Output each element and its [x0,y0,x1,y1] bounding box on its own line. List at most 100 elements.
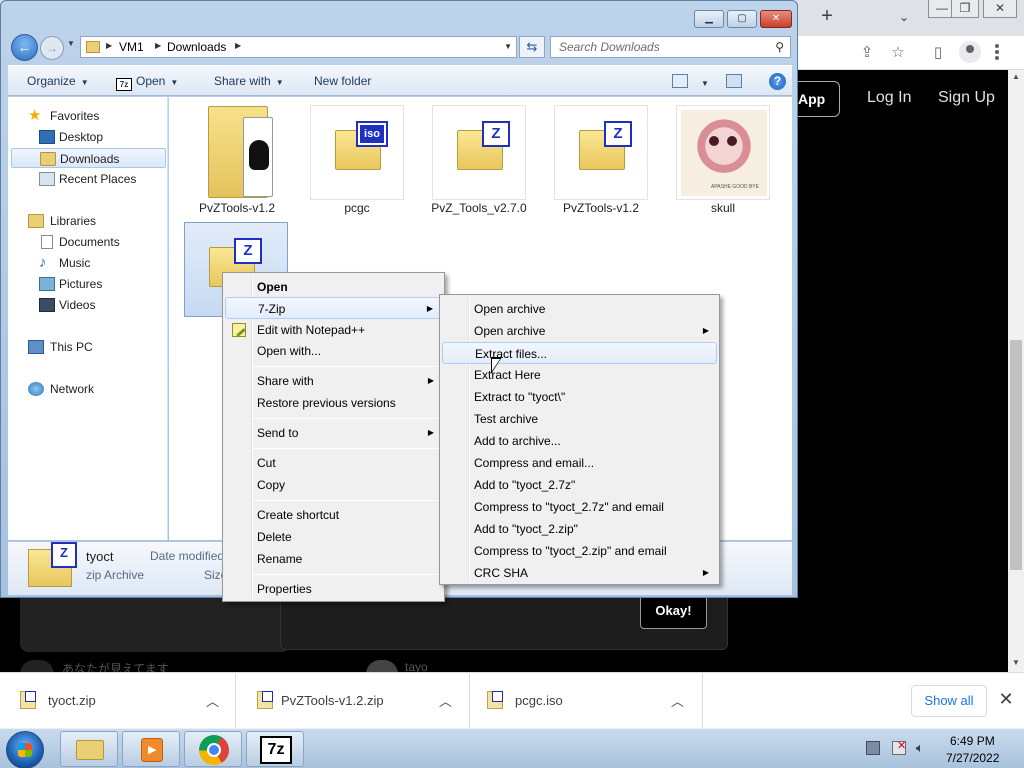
menu-item-compress-7z-email[interactable]: Compress to "tyoct_2.7z" and email [442,496,717,518]
browser-close-button[interactable]: ✕ [983,0,1017,18]
taskbar-7zip-button[interactable]: 7z [246,731,304,767]
chevron-up-icon[interactable]: ︿ [671,691,684,710]
web-login-link[interactable]: Log In [867,89,911,107]
open-button[interactable]: 7z Open ▼ [116,74,178,91]
breadcrumb-arrow-icon[interactable]: ▶ [235,41,241,50]
menu-item-open-archive-submenu[interactable]: Open archive ▶ [442,320,717,342]
search-box[interactable]: Search Downloads ⚲ [550,36,791,58]
browser-menu-icon[interactable] [995,43,1001,63]
share-with-button[interactable]: Share with ▼ [214,74,284,88]
nav-downloads[interactable]: Downloads [11,148,166,168]
taskbar-media-player-button[interactable] [122,731,180,767]
page-scrollbar[interactable]: ▲ ▼ [1008,70,1024,672]
change-view-icon[interactable] [672,74,688,88]
help-icon[interactable]: ? [769,73,786,90]
menu-item-open-archive[interactable]: Open archive [442,298,717,320]
file-item[interactable]: iso pcgc [308,104,406,218]
file-item[interactable]: PvZTools-v1.2 [188,104,286,218]
chevron-up-icon[interactable]: ︿ [439,691,452,710]
menu-item-extract-to-folder[interactable]: Extract to "tyoct\" [442,386,717,408]
download-item[interactable]: PvZTools-v1.2.zip ︿ [237,673,470,729]
network-icon[interactable] [866,741,880,755]
taskbar-chrome-button[interactable] [184,731,242,767]
forward-button[interactable]: → [40,36,64,60]
breadcrumb-arrow-icon[interactable]: ▶ [106,41,112,50]
scroll-down-icon[interactable]: ▼ [1008,658,1024,667]
maximize-button[interactable]: ▢ [727,10,757,28]
nav-videos[interactable]: Videos [8,295,166,315]
menu-item-add-to-archive[interactable]: Add to archive... [442,430,717,452]
new-tab-button[interactable]: + [816,5,838,27]
back-button[interactable]: ← [11,34,38,61]
view-dropdown-icon[interactable]: ▼ [696,75,709,89]
menu-item-compress-email[interactable]: Compress and email... [442,452,717,474]
refresh-button[interactable]: ⇆ [519,36,545,58]
nav-recent-places[interactable]: Recent Places [8,169,166,189]
menu-item-test-archive[interactable]: Test archive [442,408,717,430]
profile-avatar[interactable] [959,41,981,63]
menu-item-add-to-7z[interactable]: Add to "tyoct_2.7z" [442,474,717,496]
download-item[interactable]: pcgc.iso ︿ [471,673,703,729]
file-item[interactable]: APASHE GOOD BYE skull [674,104,772,218]
nav-this-pc[interactable]: This PC [8,337,166,357]
organize-button[interactable]: Organize ▼ [27,74,89,88]
file-item[interactable]: Z PvZ_Tools_v2.7.0 [430,104,528,218]
menu-item-restore-versions[interactable]: Restore previous versions [225,392,442,414]
menu-item-open-with[interactable]: Open with... [225,340,442,362]
nav-network[interactable]: Network [8,379,166,399]
tab-search-button[interactable]: ⌄ [893,6,915,28]
download-item[interactable]: tyoct.zip ︿ [0,673,236,729]
clock-time[interactable]: 6:49 PM [950,734,995,748]
menu-item-7zip[interactable]: 7-Zip ▶ [225,297,442,319]
menu-item-extract-files[interactable]: Extract files... [442,342,717,364]
side-panel-icon[interactable]: ▯ [927,42,949,64]
web-signup-link[interactable]: Sign Up [938,89,995,107]
breadcrumb-arrow-icon[interactable]: ▶ [155,41,161,50]
search-icon[interactable]: ⚲ [775,40,784,54]
clock-date[interactable]: 7/27/2022 [946,751,999,765]
menu-item-share-with[interactable]: Share with ▶ [225,370,442,392]
scroll-up-icon[interactable]: ▲ [1008,72,1024,81]
volume-icon[interactable]: 🔈︎ [916,741,930,755]
address-dropdown-icon[interactable]: ▼ [504,42,512,51]
address-bar[interactable]: ▶ VM1 ▶ Downloads ▶ ▼ [80,36,517,58]
menu-item-open[interactable]: Open [225,276,442,298]
menu-item-compress-zip-email[interactable]: Compress to "tyoct_2.zip" and email [442,540,717,562]
search-input[interactable]: Search Downloads [559,40,660,54]
close-icon[interactable]: ✕ [996,689,1016,709]
nav-libraries[interactable]: Libraries [8,211,166,231]
menu-item-edit-notepad[interactable]: Edit with Notepad++ [225,319,442,341]
start-button[interactable] [6,731,44,768]
share-icon[interactable]: ⇪ [856,42,878,64]
breadcrumb-downloads[interactable]: Downloads [167,40,226,54]
file-item[interactable]: Z PvZTools-v1.2 [552,104,650,218]
taskbar-explorer-button[interactable] [60,731,118,767]
new-folder-button[interactable]: New folder [314,74,371,88]
preview-pane-icon[interactable] [726,74,742,88]
nav-pictures[interactable]: Pictures [8,274,166,294]
menu-item-cut[interactable]: Cut [225,452,442,474]
nav-favorites[interactable]: ★ Favorites [8,106,166,126]
close-button[interactable]: ✕ [760,10,792,28]
recent-pages-dropdown[interactable]: ▼ [67,39,75,48]
menu-item-add-to-zip[interactable]: Add to "tyoct_2.zip" [442,518,717,540]
nav-documents[interactable]: Documents [8,232,166,252]
menu-item-crc-sha[interactable]: CRC SHA ▶ [442,562,717,584]
breadcrumb-vm1[interactable]: VM1 [119,40,144,54]
browser-restore-button[interactable]: ❐ [951,0,979,18]
menu-item-copy[interactable]: Copy [225,474,442,496]
show-all-button[interactable]: Show all [911,685,987,717]
bookmark-star-icon[interactable]: ☆ [887,42,909,64]
nav-desktop[interactable]: Desktop [8,127,166,147]
nav-music[interactable]: ♪ Music [8,253,166,273]
menu-item-rename[interactable]: Rename [225,548,442,570]
action-center-icon[interactable]: ✕ [892,740,906,755]
scrollbar-thumb[interactable] [1010,340,1022,570]
menu-item-send-to[interactable]: Send to ▶ [225,422,442,444]
chevron-up-icon[interactable]: ︿ [206,691,219,710]
minimize-button[interactable]: ▁ [694,10,724,28]
menu-item-delete[interactable]: Delete [225,526,442,548]
menu-item-create-shortcut[interactable]: Create shortcut [225,504,442,526]
menu-item-extract-here[interactable]: Extract Here [442,364,717,386]
menu-item-properties[interactable]: Properties [225,578,442,600]
